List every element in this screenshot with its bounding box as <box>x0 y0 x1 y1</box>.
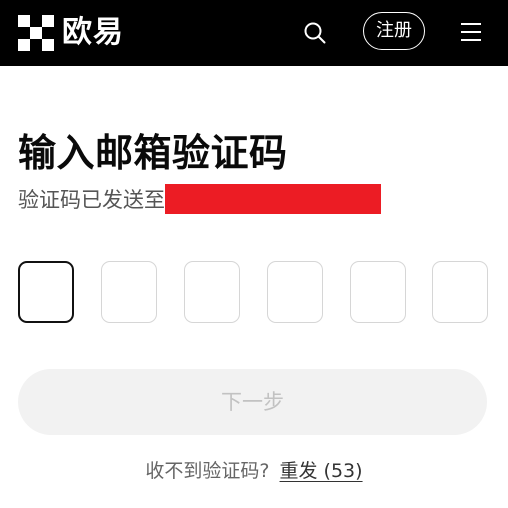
code-digit-box-1[interactable] <box>18 261 74 323</box>
search-icon[interactable] <box>303 21 327 45</box>
hamburger-menu-icon[interactable] <box>459 20 483 44</box>
code-digit-box-4[interactable] <box>267 261 323 323</box>
no-code-text: 收不到验证码? <box>145 460 270 482</box>
code-digit-box-3[interactable] <box>184 261 240 323</box>
sent-to-label: 验证码已发送至 <box>18 188 165 212</box>
resend-row: 收不到验证码? 重发 (53) <box>0 456 508 483</box>
okx-logo-icon <box>18 15 54 51</box>
redacted-email-address <box>165 184 381 214</box>
next-step-button[interactable]: 下一步 <box>18 369 487 435</box>
resend-link[interactable]: 重发 (53) <box>280 460 363 482</box>
code-digit-box-2[interactable] <box>101 261 157 323</box>
brand-logo[interactable]: 欧易 <box>18 14 124 52</box>
verification-code-input <box>18 261 490 323</box>
signup-button[interactable]: 注册 <box>363 12 425 50</box>
sent-to-row: 验证码已发送至 <box>18 184 381 214</box>
code-digit-box-5[interactable] <box>350 261 406 323</box>
top-nav-bar: 欧易 注册 <box>0 0 508 66</box>
brand-name: 欧易 <box>62 15 124 50</box>
email-verification-page: 欧易 注册 输入邮箱验证码 验证码已发送至 下一步 收不到验证码? 重发 (53) <box>0 0 508 508</box>
code-digit-box-6[interactable] <box>432 261 488 323</box>
page-title: 输入邮箱验证码 <box>18 131 288 175</box>
